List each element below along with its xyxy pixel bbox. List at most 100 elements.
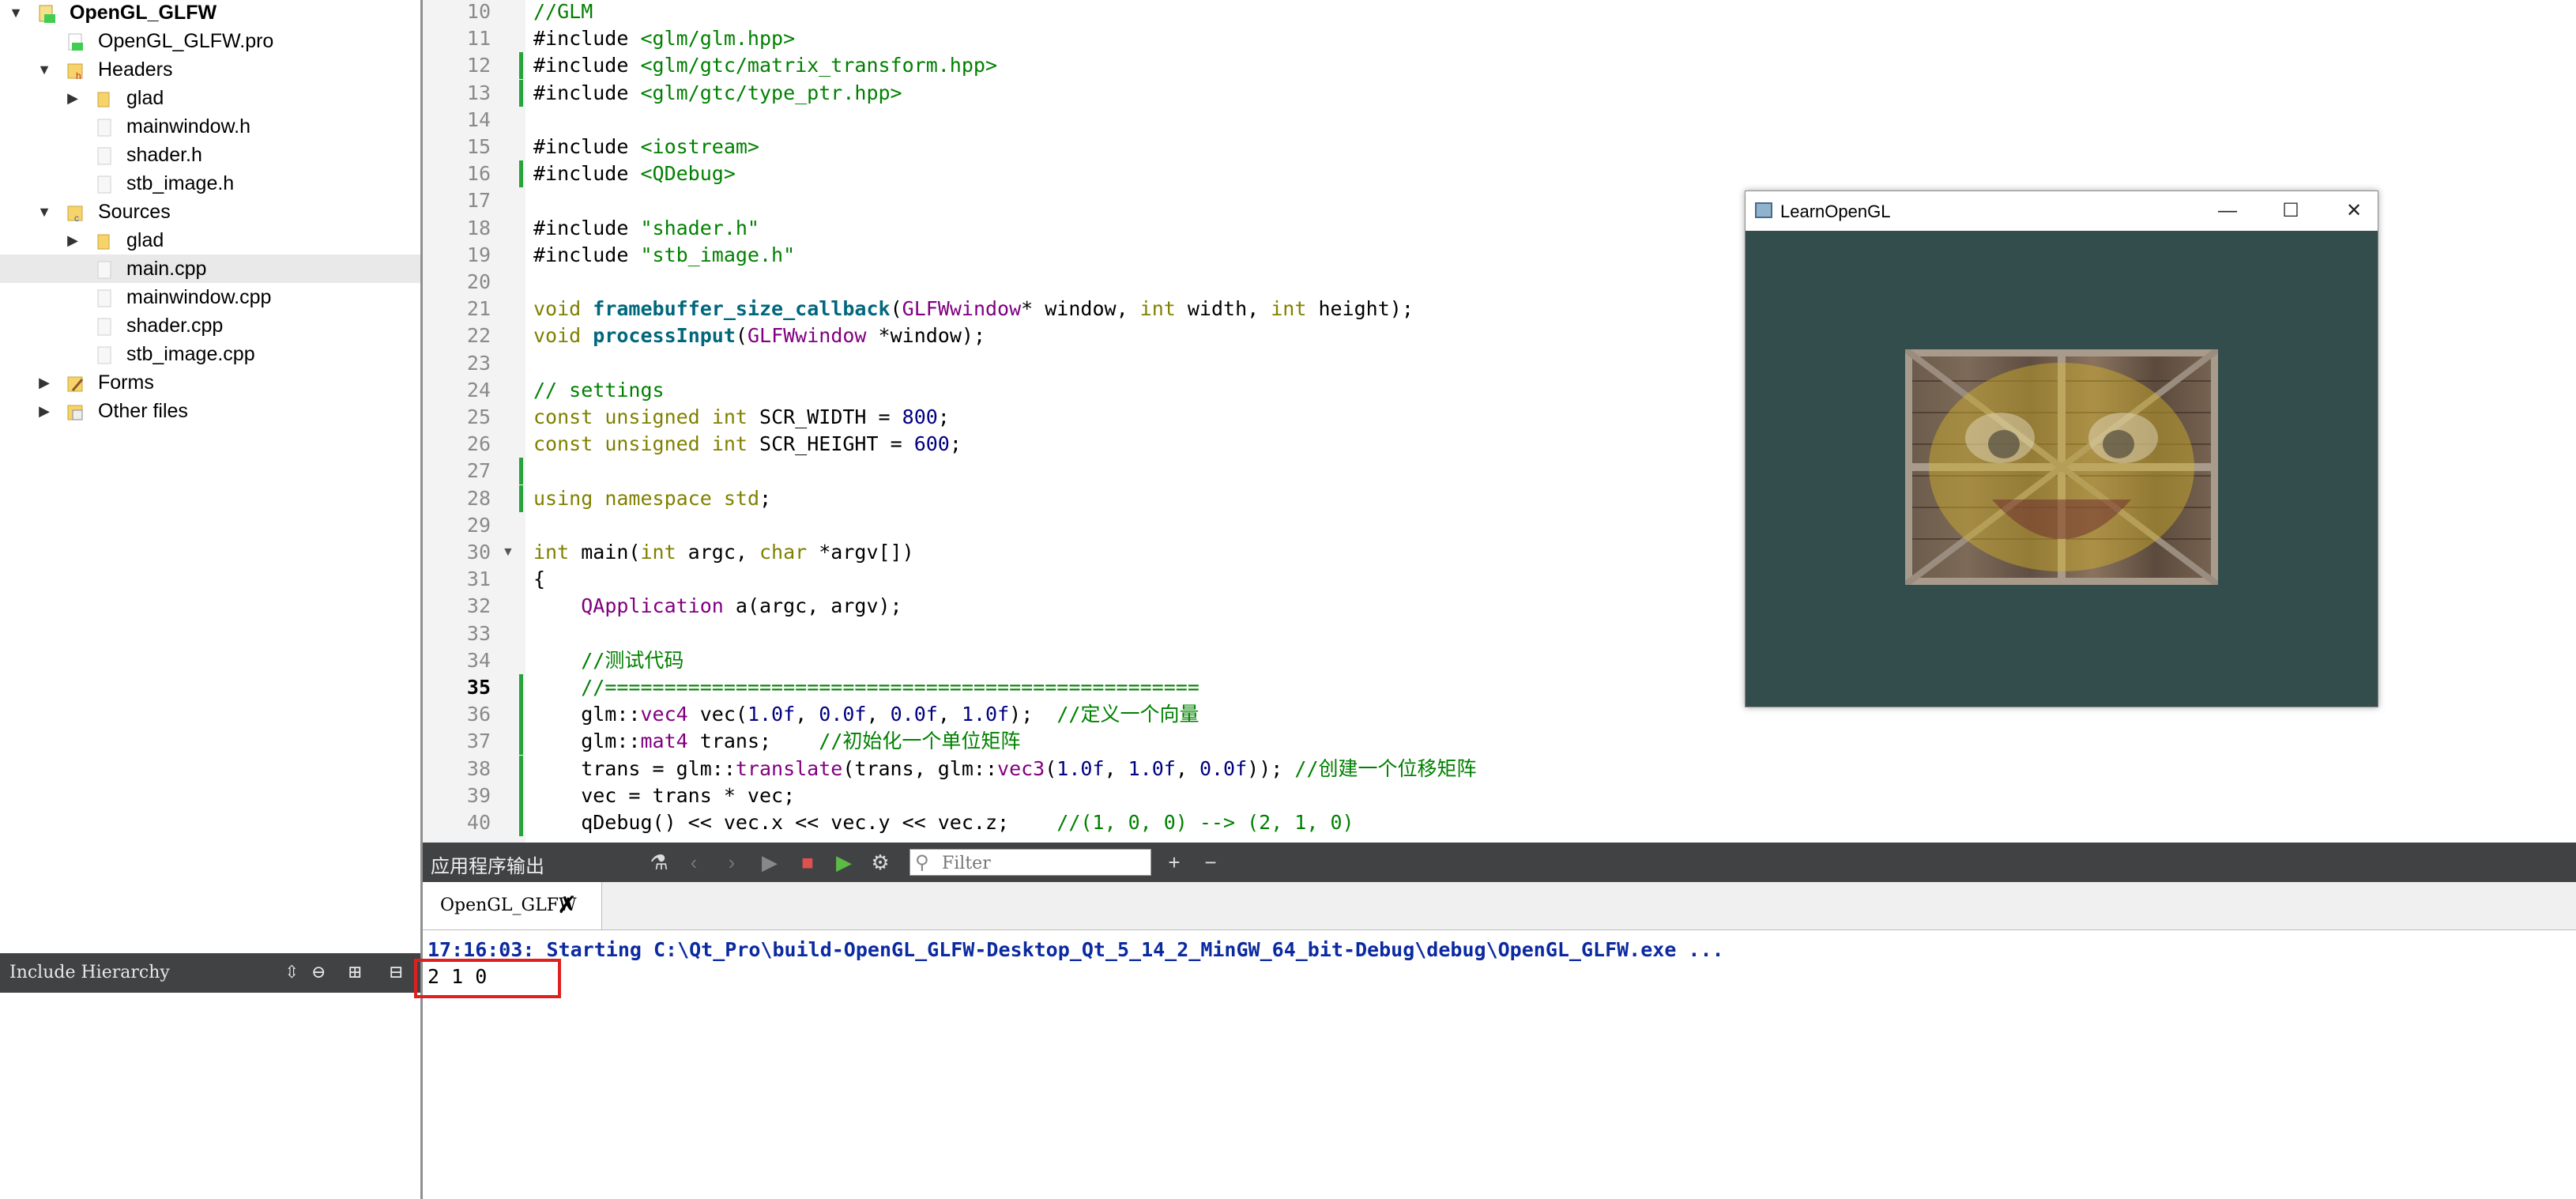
link-icon[interactable]: ⊖ — [311, 961, 326, 985]
tree-item[interactable]: mainwindow.cpp — [0, 283, 420, 311]
line-number: 37 — [466, 730, 491, 753]
tree-item-label: shader.cpp — [126, 315, 224, 337]
code-line[interactable]: const unsigned int SCR_HEIGHT = 600; — [533, 431, 962, 458]
code-line[interactable]: QApplication a(argc, argv); — [533, 593, 902, 620]
tree-item[interactable]: ▶ Other files — [0, 397, 420, 425]
expanded-arrow-icon[interactable]: ▼ — [6, 0, 25, 27]
file-icon — [95, 316, 114, 336]
code-line[interactable]: #include <glm/gtc/type_ptr.hpp> — [533, 80, 902, 107]
split-icon[interactable]: ⊞ — [348, 961, 362, 985]
application-output[interactable]: 17:16:03: Starting C:\Qt_Pro\build-OpenG… — [423, 930, 2576, 1199]
remove-icon[interactable]: − — [1197, 849, 1224, 876]
project-tree: ▼ OpenGL_GLFW OpenGL_GLFW.pro ▼ h Headers ▶ gla… — [0, 0, 420, 953]
tree-item[interactable]: shader.cpp — [0, 311, 420, 340]
tab-opengl-glfw[interactable]: OpenGL_GLFW ✗ — [423, 882, 602, 929]
clean-icon[interactable]: ⚗ — [646, 849, 672, 876]
code-line[interactable]: void framebuffer_size_callback(GLFWwindo… — [533, 296, 1414, 322]
tree-item-label: mainwindow.cpp — [126, 286, 272, 308]
close-tab-icon[interactable]: ✗ — [557, 892, 577, 919]
code-line[interactable]: // settings — [533, 377, 665, 404]
code-line[interactable]: void processInput(GLFWwindow *window); — [533, 322, 985, 349]
debug-run-icon[interactable]: ▶ — [830, 849, 857, 876]
view-selector-icon[interactable]: ⇳ — [284, 961, 299, 985]
output-toolbar: 应用程序输出 ⚗ ‹ › ▶ ■ ▶ ⚙ ⚲ + − — [423, 843, 2576, 882]
code-line[interactable]: qDebug() << vec.x << vec.y << vec.z; //(… — [533, 809, 1354, 836]
tree-item[interactable]: OpenGL_GLFW.pro — [0, 27, 420, 55]
maximize-button[interactable]: ☐ — [2267, 196, 2314, 226]
code-line[interactable]: //测试代码 — [533, 647, 684, 674]
tab-label: OpenGL_GLFW — [440, 895, 577, 915]
code-line[interactable]: glm::mat4 trans; //初始化一个单位矩阵 — [533, 728, 1020, 755]
code-line[interactable]: const unsigned int SCR_WIDTH = 800; — [533, 404, 950, 431]
modified-line-marker — [519, 809, 523, 836]
tree-item-label: glad — [126, 87, 164, 109]
collapsed-arrow-icon[interactable]: ▶ — [35, 397, 54, 425]
fold-arrow-icon[interactable]: ▼ — [502, 539, 514, 566]
line-number: 21 — [466, 297, 491, 321]
tree-item[interactable]: stb_image.cpp — [0, 340, 420, 368]
tree-item[interactable]: stb_image.h — [0, 169, 420, 198]
code-line[interactable]: #include <iostream> — [533, 134, 759, 160]
code-line[interactable]: //GLM — [533, 0, 593, 25]
tree-item[interactable]: ▶ glad — [0, 226, 420, 255]
close-button[interactable]: ✕ — [2330, 196, 2378, 226]
modified-line-marker — [519, 458, 523, 485]
filter-box[interactable]: ⚲ — [910, 849, 1151, 876]
modified-line-marker — [519, 782, 523, 809]
line-number: 34 — [466, 648, 491, 672]
tree-item[interactable]: mainwindow.h — [0, 112, 420, 141]
stop-icon[interactable]: ■ — [794, 849, 821, 876]
filter-input[interactable] — [940, 851, 1149, 875]
tree-item[interactable]: ▼ h Headers — [0, 55, 420, 84]
tree-item-label: Other files — [98, 400, 188, 422]
settings-gear-icon[interactable]: ⚙ — [867, 849, 894, 876]
modified-line-marker — [519, 701, 523, 729]
other-files-icon — [66, 402, 85, 420]
tree-item[interactable]: ▶ Forms — [0, 368, 420, 397]
file-icon — [95, 117, 114, 137]
learnopengl-window[interactable]: LearnOpenGL — ☐ ✕ — [1745, 190, 2378, 707]
code-line[interactable]: using namespace std; — [533, 485, 771, 512]
collapsed-arrow-icon[interactable]: ▶ — [63, 226, 82, 255]
code-line[interactable]: int main(int argc, char *argv[]) — [533, 539, 914, 566]
file-icon — [95, 345, 114, 364]
next-icon[interactable]: › — [718, 849, 745, 876]
file-icon — [95, 259, 114, 279]
project-icon — [38, 3, 57, 23]
tree-item-label: Sources — [98, 201, 171, 223]
tree-item[interactable]: ▶ glad — [0, 84, 420, 112]
svg-text:c: c — [74, 213, 79, 223]
opengl-canvas[interactable] — [1746, 231, 2378, 707]
code-line[interactable]: #include "stb_image.h" — [533, 242, 795, 269]
expanded-arrow-icon[interactable]: ▼ — [35, 198, 54, 226]
code-line[interactable]: #include <glm/glm.hpp> — [533, 25, 795, 52]
tree-item[interactable]: ▼ OpenGL_GLFW — [0, 0, 420, 27]
line-number: 15 — [466, 135, 491, 158]
search-icon: ⚲ — [915, 852, 929, 873]
code-line[interactable]: #include <glm/gtc/matrix_transform.hpp> — [533, 52, 997, 79]
code-line[interactable]: { — [533, 566, 545, 593]
tree-item[interactable]: main.cpp — [0, 255, 420, 283]
add-icon[interactable]: + — [1161, 849, 1188, 876]
tree-item-label: main.cpp — [126, 258, 207, 280]
run-icon[interactable]: ▶ — [756, 849, 783, 876]
collapsed-arrow-icon[interactable]: ▶ — [35, 368, 54, 397]
line-number: 12 — [466, 54, 491, 77]
tree-item[interactable]: shader.h — [0, 141, 420, 169]
code-line[interactable]: #include "shader.h" — [533, 215, 759, 242]
folder-icon — [95, 89, 114, 107]
collapsed-arrow-icon[interactable]: ▶ — [63, 84, 82, 112]
minimize-button[interactable]: — — [2204, 196, 2251, 226]
code-line[interactable]: trans = glm::translate(trans, glm::vec3(… — [533, 756, 1476, 782]
file-icon — [95, 145, 114, 165]
window-titlebar[interactable]: LearnOpenGL — ☐ ✕ — [1746, 191, 2378, 231]
close-pane-icon[interactable]: ⊟ — [389, 961, 403, 985]
code-line[interactable]: vec = trans * vec; — [533, 782, 795, 809]
tree-item[interactable]: ▼ c Sources — [0, 198, 420, 226]
previous-icon[interactable]: ‹ — [680, 849, 707, 876]
expanded-arrow-icon[interactable]: ▼ — [35, 55, 54, 84]
code-line[interactable]: //======================================… — [533, 674, 1199, 701]
line-number-gutter: 10 11 12 13 14 15 16 17 18 19 20 21 22 23 24 25 26 27 28 29… — [423, 0, 525, 843]
code-line[interactable]: glm::vec4 vec(1.0f, 0.0f, 0.0f, 1.0f); /… — [533, 701, 1199, 728]
code-line[interactable]: #include <QDebug> — [533, 160, 736, 187]
